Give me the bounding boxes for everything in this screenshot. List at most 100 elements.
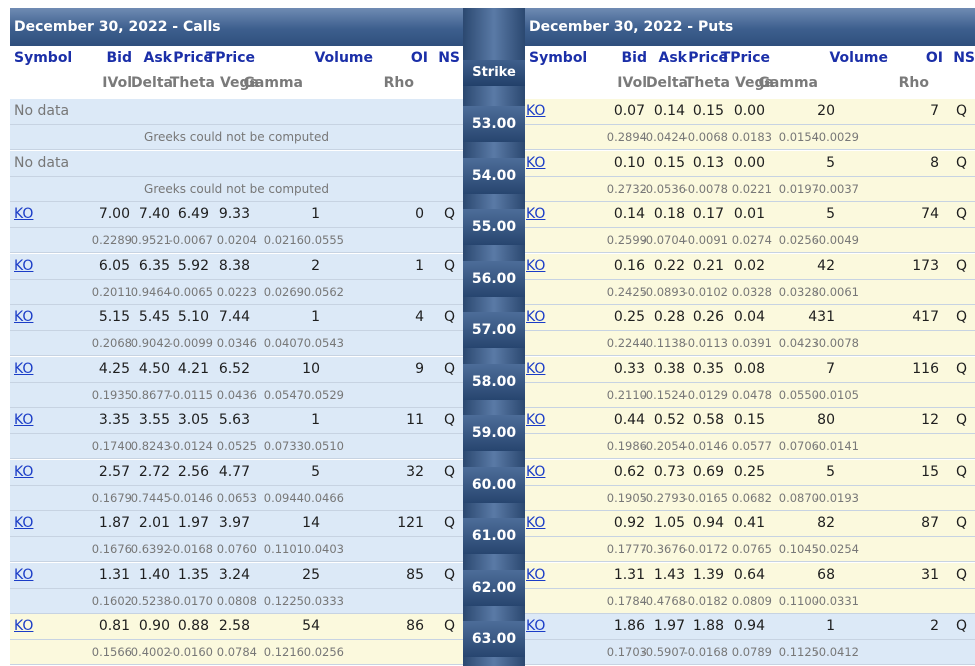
row-border — [10, 458, 463, 459]
no-greeks-label: Greeks could not be computed — [144, 130, 329, 144]
put-volume: 5 — [826, 155, 835, 171]
call-symbol-link[interactable]: KO — [14, 202, 33, 227]
call-ns: Q — [443, 258, 455, 274]
call-ns: Q — [443, 464, 455, 480]
call-row: KO 1.31 1.40 1.35 3.24 25 85 Q 0.1602 0.5238 -0.01… — [10, 563, 463, 614]
put-ns: Q — [955, 155, 967, 171]
put-header-rho[interactable]: Rho — [849, 71, 929, 96]
put-symbol-link[interactable]: KO — [526, 511, 545, 536]
call-oi: 121 — [397, 515, 424, 531]
call-oi: 1 — [415, 258, 424, 274]
put-oi: 417 — [912, 309, 939, 325]
put-symbol-link[interactable]: KO — [526, 614, 545, 639]
strike-price: 61.00 — [463, 518, 525, 554]
call-header-gamma[interactable]: Gamma — [223, 71, 303, 96]
put-rho: -0.0412 — [814, 645, 859, 659]
call-oi: 4 — [415, 309, 424, 325]
call-volume: 14 — [302, 515, 320, 531]
call-row: KO 0.81 0.90 0.88 2.58 54 86 Q 0.1566 0.4002 -0.01… — [10, 614, 463, 665]
put-symbol-link[interactable]: KO — [526, 254, 545, 279]
put-symbol-link[interactable]: KO — [526, 202, 545, 227]
put-oi: 87 — [921, 515, 939, 531]
strike-price: 59.00 — [463, 415, 525, 451]
strike-price: 53.00 — [463, 106, 525, 142]
call-row: KO 2.57 2.72 2.56 4.77 5 32 Q 0.1679 0.7445 -0.014… — [10, 460, 463, 511]
strike-header-bg — [463, 8, 525, 46]
row-border — [525, 149, 975, 150]
call-tprice: 5.63 — [218, 412, 250, 428]
call-header-tprice[interactable]: TPrice — [175, 46, 255, 71]
call-tprice: 9.33 — [218, 206, 250, 222]
row-border — [525, 355, 975, 356]
put-header-ns[interactable]: NS — [895, 46, 975, 71]
call-volume: 25 — [302, 567, 320, 583]
puts-section-title: December 30, 2022 - Puts — [525, 8, 975, 46]
put-row: KO 0.10 0.15 0.13 0.00 5 8 Q 0.2732 -0.0536 -0.007… — [525, 151, 975, 202]
call-symbol-link[interactable]: KO — [14, 357, 33, 382]
put-row: KO 0.62 0.73 0.69 0.25 5 15 Q 0.1905 -0.2793 -0.01… — [525, 460, 975, 511]
put-volume: 80 — [817, 412, 835, 428]
row-border — [525, 664, 975, 665]
put-symbol-link[interactable]: KO — [526, 305, 545, 330]
call-symbol-link[interactable]: KO — [14, 614, 33, 639]
call-ns: Q — [443, 515, 455, 531]
put-volume: 431 — [808, 309, 835, 325]
put-ns: Q — [955, 361, 967, 377]
put-header-gamma[interactable]: Gamma — [738, 71, 818, 96]
put-oi: 31 — [921, 567, 939, 583]
call-rho: 0.0543 — [303, 336, 344, 350]
put-oi: 74 — [921, 206, 939, 222]
put-symbol-link[interactable]: KO — [526, 99, 545, 124]
put-rho: -0.0331 — [814, 594, 859, 608]
call-oi: 85 — [406, 567, 424, 583]
call-tprice: 7.44 — [218, 309, 250, 325]
call-rho: 0.0529 — [303, 388, 344, 402]
put-tprice: 0.00 — [733, 103, 765, 119]
put-rho: -0.0037 — [814, 182, 859, 196]
call-row: KO 6.05 6.35 5.92 8.38 2 1 Q 0.2011 0.9464 -0.0065… — [10, 254, 463, 305]
call-rho: 0.0403 — [303, 542, 344, 556]
put-oi: 15 — [921, 464, 939, 480]
call-oi: 11 — [406, 412, 424, 428]
put-oi: 12 — [921, 412, 939, 428]
call-rho: 0.0333 — [303, 594, 344, 608]
put-symbol-link[interactable]: KO — [526, 408, 545, 433]
put-row: KO 1.86 1.97 1.88 0.94 1 2 Q 0.1703 -0.5907 -0.016… — [525, 614, 975, 665]
put-rho: -0.0078 — [814, 336, 859, 350]
put-ns: Q — [955, 206, 967, 222]
put-symbol-link[interactable]: KO — [526, 563, 545, 588]
call-ns: Q — [443, 361, 455, 377]
put-rho: -0.0254 — [814, 542, 859, 556]
call-tprice: 3.97 — [218, 515, 250, 531]
call-symbol-link[interactable]: KO — [14, 511, 33, 536]
call-symbol-link[interactable]: KO — [14, 408, 33, 433]
call-volume: 1 — [311, 206, 320, 222]
put-row: KO 1.31 1.43 1.39 0.64 68 31 Q 0.1784 -0.4768 -0.0… — [525, 563, 975, 614]
call-volume: 54 — [302, 618, 320, 634]
put-volume: 82 — [817, 515, 835, 531]
call-ns: Q — [443, 567, 455, 583]
put-oi: 8 — [930, 155, 939, 171]
no-data-label: No data — [14, 155, 70, 171]
put-oi: 2 — [930, 618, 939, 634]
call-rho: 0.0555 — [303, 233, 344, 247]
call-header-rho[interactable]: Rho — [334, 71, 414, 96]
row-border — [10, 561, 463, 562]
call-symbol-link[interactable]: KO — [14, 563, 33, 588]
call-symbol-link[interactable]: KO — [14, 305, 33, 330]
call-symbol-link[interactable]: KO — [14, 460, 33, 485]
call-row: KO 5.15 5.45 5.10 7.44 1 4 Q 0.2068 0.9042 -0.0099… — [10, 305, 463, 356]
call-row: KO 3.35 3.55 3.05 5.63 1 11 Q 0.1740 0.8243 -0.012… — [10, 408, 463, 459]
put-row: KO 0.16 0.22 0.21 0.02 42 173 Q 0.2425 -0.0893 -0.… — [525, 254, 975, 305]
put-ns: Q — [955, 309, 967, 325]
call-tprice: 3.24 — [218, 567, 250, 583]
put-symbol-link[interactable]: KO — [526, 460, 545, 485]
put-symbol-link[interactable]: KO — [526, 357, 545, 382]
call-symbol-link[interactable]: KO — [14, 254, 33, 279]
put-symbol-link[interactable]: KO — [526, 151, 545, 176]
put-row: KO 0.44 0.52 0.58 0.15 80 12 Q 0.1986 -0.2054 -0.0… — [525, 408, 975, 459]
put-header-tprice[interactable]: TPrice — [690, 46, 770, 71]
no-greeks-label: Greeks could not be computed — [144, 182, 329, 196]
call-header-ns[interactable]: NS — [380, 46, 460, 71]
row-border — [525, 458, 975, 459]
